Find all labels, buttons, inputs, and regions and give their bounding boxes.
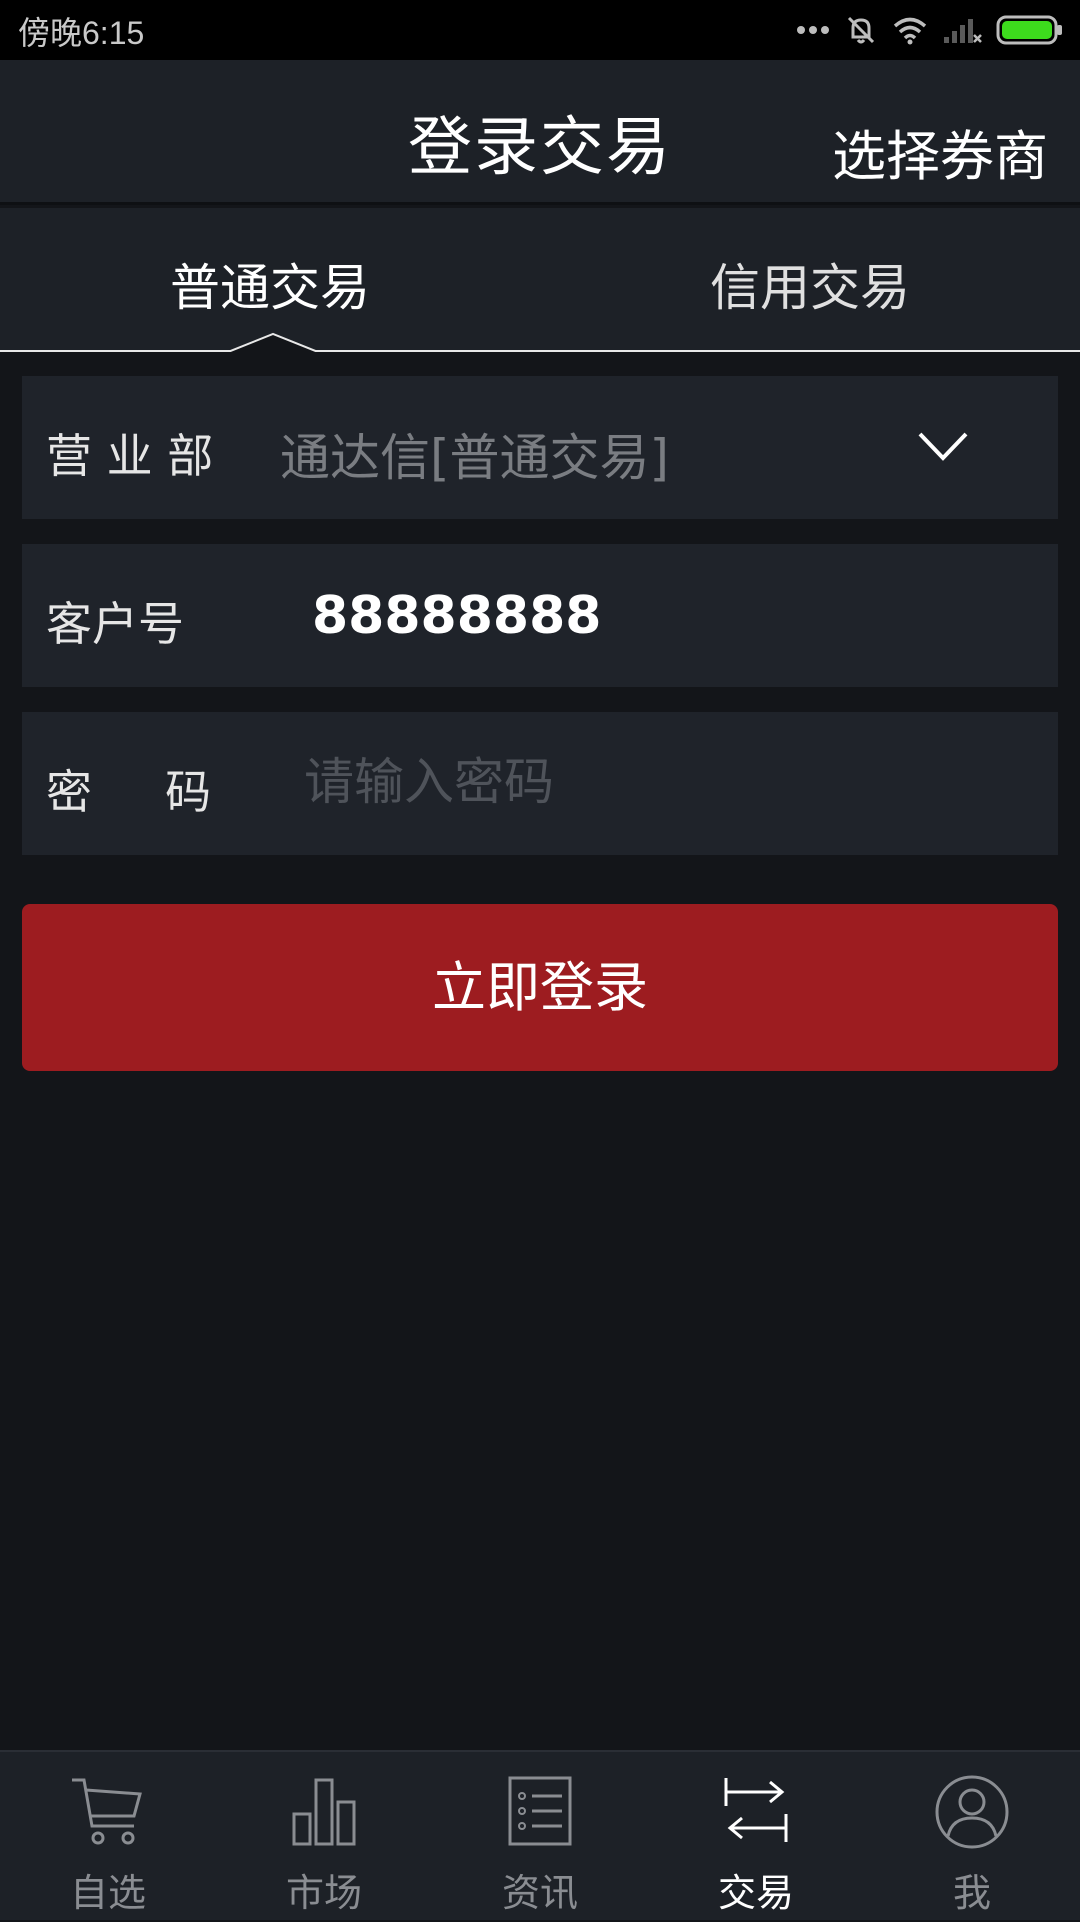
branch-value: 通达信[普通交易] — [280, 429, 670, 487]
branch-label: 营 业 部 — [46, 429, 214, 483]
tab-normal-trade[interactable]: 普通交易 — [0, 248, 540, 320]
battery-icon — [996, 15, 1062, 45]
password-row: 密 码 — [22, 712, 1058, 855]
account-value[interactable]: 88888888 — [312, 586, 601, 646]
tab-underline — [0, 350, 1080, 352]
status-icons — [796, 12, 1064, 48]
bottom-nav: 自选 市场 资讯 交易 我 — [0, 1750, 1080, 1920]
nav-item-watchlist[interactable]: 自选 — [0, 1752, 216, 1922]
status-time: 傍晚6:15 — [18, 15, 145, 51]
bar-chart-icon — [292, 1778, 356, 1846]
nav-label-market: 市场 — [285, 1871, 362, 1915]
nav-label-watchlist: 自选 — [69, 1871, 146, 1915]
password-input[interactable] — [302, 742, 1002, 822]
login-button[interactable]: 立即登录 — [22, 904, 1058, 1071]
nav-item-trade[interactable]: 交易 — [648, 1752, 864, 1922]
mute-bell-icon — [847, 16, 875, 44]
tab-credit-trade[interactable]: 信用交易 — [540, 248, 1080, 320]
nav-item-news[interactable]: 资讯 — [432, 1752, 648, 1922]
status-bar: 傍晚6:15 — [0, 0, 1080, 60]
trade-type-tabs: 普通交易 信用交易 — [0, 208, 1080, 352]
news-list-icon — [508, 1776, 572, 1846]
wifi-icon — [893, 17, 927, 45]
nav-label-trade: 交易 — [717, 1871, 794, 1915]
account-field[interactable]: 客户号 88888888 — [22, 544, 1058, 687]
account-label: 客户号 — [46, 597, 184, 651]
nav-label-news: 资讯 — [501, 1871, 578, 1915]
cart-icon — [72, 1778, 142, 1845]
select-broker-button[interactable]: 选择券商 — [832, 112, 1048, 191]
more-dots-icon — [797, 26, 829, 34]
app-header: 登录交易 选择券商 — [0, 60, 1080, 205]
nav-item-market[interactable]: 市场 — [216, 1752, 432, 1922]
nav-label-me: 我 — [952, 1871, 991, 1915]
branch-select[interactable]: 营 业 部 通达信[普通交易] — [22, 376, 1058, 519]
user-icon — [935, 1775, 1009, 1849]
active-tab-caret-icon — [228, 332, 318, 352]
exchange-arrows-icon — [724, 1778, 788, 1842]
password-label: 密 码 — [46, 765, 212, 819]
nav-item-me[interactable]: 我 — [864, 1752, 1080, 1922]
chevron-down-icon[interactable] — [916, 426, 970, 466]
signal-icon — [944, 19, 982, 43]
